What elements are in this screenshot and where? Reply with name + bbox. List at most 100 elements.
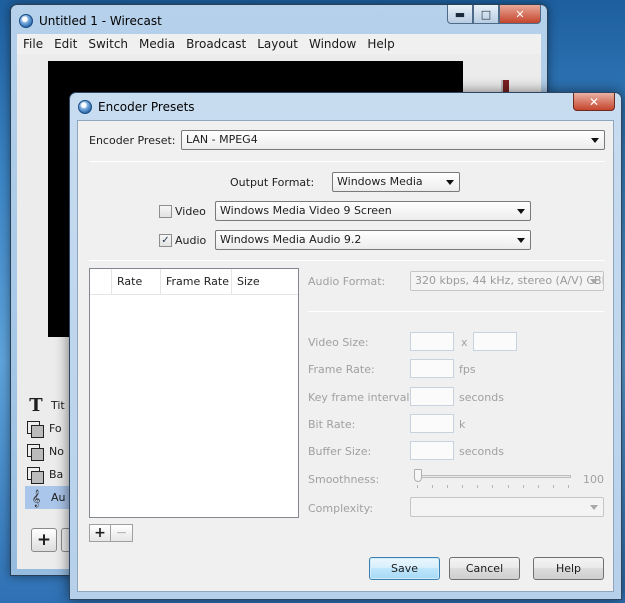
main-close-button[interactable]: ✕: [499, 5, 541, 24]
encoder-preset-value: LAN - MPEG4: [186, 133, 258, 146]
menu-help[interactable]: Help: [367, 37, 394, 51]
shot-item-title[interactable]: T Tit: [25, 394, 75, 417]
complexity-label: Complexity:: [308, 502, 374, 515]
chevron-down-icon: [517, 209, 525, 214]
table-header-blank: [90, 269, 112, 294]
bit-rate-input[interactable]: [410, 414, 454, 433]
menu-bar: File Edit Switch Media Broadcast Layout …: [17, 34, 541, 54]
column-rate[interactable]: Rate: [112, 269, 161, 294]
menu-edit[interactable]: Edit: [54, 37, 77, 51]
output-format-value: Windows Media: [337, 175, 423, 188]
shot-list: T Tit Fo No Ba 𝄞 Au: [25, 394, 75, 509]
shot-label: Ba: [49, 468, 64, 481]
layers-icon: [27, 420, 44, 438]
layers-icon: [27, 443, 44, 461]
table-buttons: + −: [89, 524, 133, 542]
audio-format-label: Audio Format:: [308, 274, 386, 288]
main-title-bar[interactable]: Untitled 1 - Wirecast: [19, 11, 162, 31]
bit-rate-label: Bit Rate:: [308, 418, 356, 431]
encoder-presets-dialog: Encoder Presets ✕ Encoder Preset: LAN - …: [69, 92, 622, 600]
buffer-size-label: Buffer Size:: [308, 445, 372, 458]
main-caption-buttons: ▬ □ ✕: [447, 5, 541, 24]
video-row: Video Windows Media Video 9 Screen: [159, 201, 531, 221]
add-row-button[interactable]: +: [89, 524, 111, 542]
keyframe-interval-input[interactable]: [410, 387, 454, 406]
title-icon: T: [29, 395, 43, 416]
remove-row-button[interactable]: −: [111, 524, 133, 542]
menu-window[interactable]: Window: [309, 37, 356, 51]
complexity-combo[interactable]: [410, 497, 604, 517]
chevron-down-icon: [591, 138, 599, 143]
rate-table-header: Rate Frame Rate Size: [90, 269, 298, 295]
menu-broadcast[interactable]: Broadcast: [186, 37, 246, 51]
minimize-button[interactable]: ▬: [447, 5, 473, 24]
chevron-down-icon: [517, 238, 525, 243]
rate-table[interactable]: Rate Frame Rate Size: [89, 268, 299, 518]
dialog-close-button[interactable]: ✕: [573, 93, 615, 111]
video-codec-combo[interactable]: Windows Media Video 9 Screen: [215, 201, 531, 221]
smoothness-ticks: [417, 485, 569, 489]
encoder-preset-combo[interactable]: LAN - MPEG4: [181, 130, 605, 150]
wirecast-app-icon: [19, 14, 33, 28]
separator: [89, 161, 605, 162]
save-button[interactable]: Save: [369, 557, 440, 580]
video-checkbox[interactable]: [159, 204, 172, 218]
output-format-combo[interactable]: Windows Media: [332, 172, 460, 192]
column-size[interactable]: Size: [232, 269, 298, 294]
smoothness-slider-thumb[interactable]: [414, 469, 422, 482]
audio-codec-value: Windows Media Audio 9.2: [220, 233, 362, 246]
menu-switch[interactable]: Switch: [88, 37, 128, 51]
output-format-row: Output Format: Windows Media: [230, 172, 460, 192]
shot-label: Tit: [51, 399, 65, 412]
keyframe-interval-unit: seconds: [459, 391, 504, 404]
bit-rate-unit: k: [459, 418, 466, 431]
video-width-input[interactable]: [410, 332, 454, 351]
audio-codec-combo[interactable]: Windows Media Audio 9.2: [215, 230, 531, 250]
chevron-down-icon: [590, 279, 598, 284]
shot-item-audio[interactable]: 𝄞 Au: [25, 486, 75, 509]
menu-layout[interactable]: Layout: [257, 37, 298, 51]
buffer-size-unit: seconds: [459, 445, 504, 458]
shot-item-fo[interactable]: Fo: [25, 417, 75, 440]
shot-item-ba[interactable]: Ba: [25, 463, 75, 486]
shot-label: Au: [51, 491, 66, 504]
smoothness-slider-track[interactable]: [415, 475, 571, 478]
frame-rate-unit: fps: [459, 363, 476, 376]
smoothness-label: Smoothness:: [308, 473, 380, 486]
dialog-title-bar[interactable]: Encoder Presets: [78, 97, 195, 117]
chevron-down-icon: [446, 180, 454, 185]
shot-label: Fo: [49, 422, 62, 435]
shot-item-no[interactable]: No: [25, 440, 75, 463]
menu-file[interactable]: File: [23, 37, 43, 51]
video-size-label: Video Size:: [308, 336, 369, 349]
audio-checkbox[interactable]: ✓: [159, 233, 172, 247]
encoder-preset-label: Encoder Preset:: [89, 133, 176, 147]
maximize-button[interactable]: □: [473, 5, 499, 24]
separator: [308, 311, 604, 312]
video-height-input[interactable]: [473, 332, 517, 351]
video-label: Video: [175, 204, 206, 218]
audio-format-value: 320 kbps, 44 kHz, stereo (A/V) CBR: [415, 274, 604, 287]
dialog-title: Encoder Presets: [98, 100, 195, 114]
wirecast-app-icon: [78, 100, 92, 114]
chevron-down-icon: [590, 505, 598, 510]
video-codec-value: Windows Media Video 9 Screen: [220, 204, 392, 217]
video-size-separator: x: [461, 336, 468, 349]
buffer-size-input[interactable]: [410, 441, 454, 460]
shot-label: No: [49, 445, 64, 458]
smoothness-max-label: 100: [583, 473, 604, 486]
audio-label: Audio: [175, 233, 207, 247]
help-button[interactable]: Help: [533, 557, 604, 580]
menu-media[interactable]: Media: [139, 37, 175, 51]
layers-icon: [27, 466, 44, 484]
frame-rate-input[interactable]: [410, 359, 454, 378]
dialog-client-area: Encoder Preset: LAN - MPEG4 Output Forma…: [77, 120, 614, 592]
cancel-button[interactable]: Cancel: [449, 557, 520, 580]
column-frame-rate[interactable]: Frame Rate: [161, 269, 232, 294]
audio-note-icon: 𝄞: [31, 488, 41, 507]
main-window-title: Untitled 1 - Wirecast: [39, 14, 162, 28]
audio-format-combo[interactable]: 320 kbps, 44 kHz, stereo (A/V) CBR: [410, 271, 604, 291]
frame-rate-label: Frame Rate:: [308, 363, 375, 376]
output-format-label: Output Format:: [230, 175, 315, 189]
add-shot-button[interactable]: +: [31, 528, 57, 552]
